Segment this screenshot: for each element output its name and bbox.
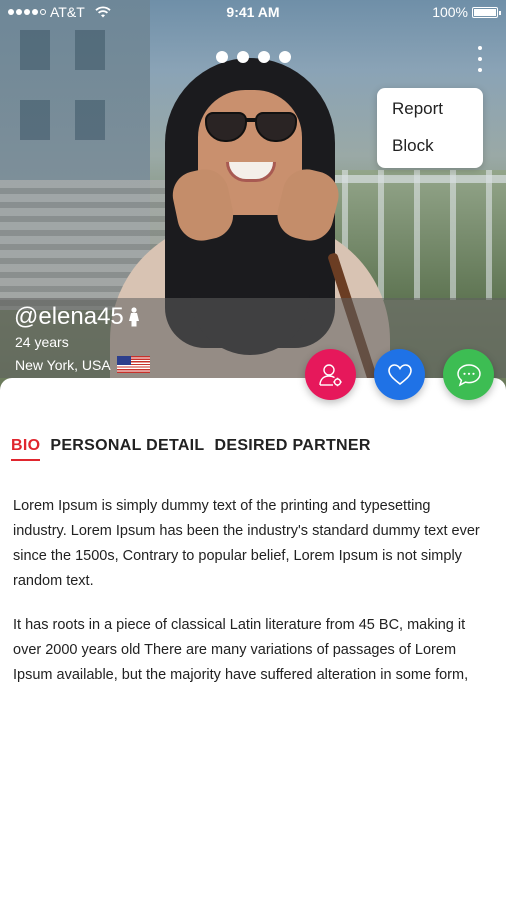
- username: @elena45: [14, 303, 124, 330]
- more-vertical-icon[interactable]: [476, 46, 484, 72]
- age-label: 24 years: [15, 334, 69, 350]
- us-flag-icon: [116, 356, 150, 373]
- pager-dot[interactable]: [258, 51, 270, 63]
- menu-item-block[interactable]: Block: [392, 133, 483, 170]
- pager-dot[interactable]: [279, 51, 291, 63]
- like-button[interactable]: [374, 349, 425, 400]
- chat-button[interactable]: [443, 349, 494, 400]
- battery-percent: 100%: [432, 4, 468, 20]
- pager-dot[interactable]: [216, 51, 228, 63]
- photo-pager[interactable]: [216, 51, 291, 63]
- battery-icon: [472, 6, 501, 18]
- tab-bio[interactable]: BIO: [11, 437, 41, 461]
- view-profile-button[interactable]: [305, 349, 356, 400]
- chat-bubble-icon: [456, 363, 481, 386]
- bio-paragraph: It has roots in a piece of classical Lat…: [13, 617, 469, 683]
- user-settings-icon: [318, 363, 342, 386]
- clock: 9:41 AM: [226, 4, 280, 20]
- bio-content: Lorem Ipsum is simply dummy text of the …: [13, 494, 488, 688]
- bio-paragraph: Lorem Ipsum is simply dummy text of the …: [13, 498, 480, 589]
- female-icon: [128, 307, 139, 327]
- profile-tabs: BIO PERSONAL DETAIL DESIRED PARTNER: [11, 437, 371, 461]
- status-bar: AT&T 9:41 AM 100%: [0, 0, 506, 24]
- profile-info-overlay: @elena45 24 years New York, USA: [0, 298, 506, 378]
- options-menu: Report Block: [377, 88, 483, 168]
- menu-item-report[interactable]: Report: [392, 96, 483, 133]
- tab-desired-partner[interactable]: DESIRED PARTNER: [215, 437, 371, 459]
- pager-dot[interactable]: [237, 51, 249, 63]
- tab-personal-detail[interactable]: PERSONAL DETAIL: [50, 437, 204, 459]
- location-label: New York, USA: [15, 356, 111, 373]
- heart-icon: [387, 363, 412, 385]
